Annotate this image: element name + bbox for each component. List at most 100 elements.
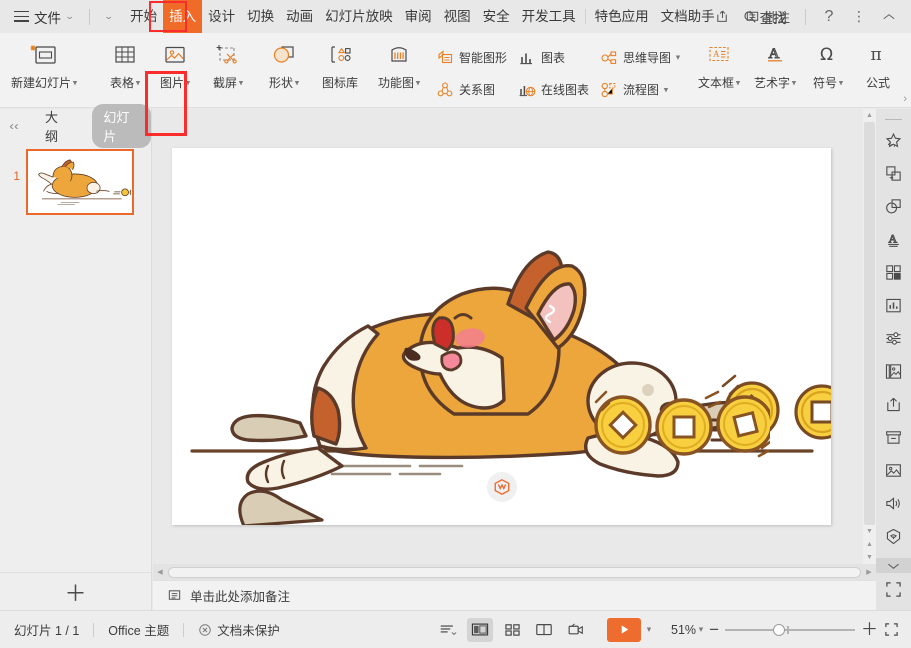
ribbon-group-text: A 文本框 ▾ A (691, 33, 903, 108)
formula-button[interactable]: π 公式 (853, 33, 903, 103)
sidebar-item-chart[interactable] (879, 293, 909, 319)
tab-slides[interactable]: 幻灯片 (92, 104, 151, 148)
zoom-level-button[interactable]: 51% ▾ (671, 623, 703, 637)
text-box-button[interactable]: A 文本框 ▾ (691, 33, 747, 103)
chart-button[interactable]: 图表 (512, 45, 594, 71)
comment-icon (745, 9, 760, 24)
file-menu-button[interactable]: 文件 ⌄ (0, 0, 82, 33)
view-notes-layout-button[interactable] (435, 618, 461, 642)
zoom-out-button[interactable]: − (709, 621, 719, 638)
slider-knob[interactable] (773, 624, 785, 636)
next-slide-button[interactable]: ▼ (863, 551, 876, 564)
online-chart-button[interactable]: 在线图表 (512, 77, 594, 103)
quick-access-toolbar-button[interactable]: ⌄ (97, 11, 121, 22)
archive-box-icon (884, 428, 903, 447)
function-chart-button[interactable]: 功能图 ▾ (368, 33, 430, 103)
title-bar-right-tools: 批注 ? ⋮ (709, 0, 911, 33)
fit-to-window-button[interactable] (884, 622, 899, 637)
tab-设计[interactable]: 设计 (202, 0, 241, 33)
sidebar-more-button[interactable] (876, 558, 911, 573)
sidebar-item-security[interactable] (879, 523, 909, 549)
symbol-button[interactable]: Ω 符号 ▾ (803, 33, 853, 103)
screenshot-button[interactable]: 截屏 ▾ (200, 33, 256, 103)
tab-安全[interactable]: 安全 (477, 0, 516, 33)
view-presenter-button[interactable] (563, 618, 589, 642)
sidebar-item-word-art[interactable]: A (879, 227, 909, 253)
ribbon-overflow-button[interactable]: › (903, 93, 907, 105)
start-slideshow-button[interactable] (607, 618, 641, 642)
word-art-button[interactable]: A 艺术字 ▾ (747, 33, 803, 103)
tab-插入[interactable]: 插入 (163, 0, 202, 33)
sidebar-item-export[interactable] (879, 391, 909, 417)
picture-button[interactable]: 图片 ▾ (150, 33, 200, 103)
tab-幻灯片放映[interactable]: 幻灯片放映 (319, 0, 399, 33)
sliders-icon (884, 329, 903, 348)
tab-特色应用[interactable]: 特色应用 (589, 0, 655, 33)
sidebar-item-properties[interactable] (879, 326, 909, 352)
table-button[interactable]: 表格 ▾ (100, 33, 150, 103)
icon-library-button[interactable]: 图标库 (312, 33, 368, 103)
sidebar-item-beautify[interactable] (879, 128, 909, 154)
zoom-slider[interactable] (725, 622, 855, 638)
scroll-right-button[interactable]: ▶ (862, 568, 876, 576)
svg-text:Ω: Ω (820, 45, 833, 65)
sidebar-item-elements[interactable] (879, 260, 909, 286)
comment-button[interactable]: 批注 (739, 4, 796, 30)
view-normal-button[interactable] (467, 618, 493, 642)
view-slide-sorter-button[interactable] (499, 618, 525, 642)
vertical-scrollbar[interactable]: ▲ ▼ ▲ ▼ (863, 109, 876, 564)
sidebar-item-shapes[interactable] (879, 194, 909, 220)
collapse-ribbon-button[interactable] (875, 4, 903, 30)
plus-icon: ＋ (64, 576, 86, 608)
zoom-in-button[interactable]: ＋ (861, 621, 878, 638)
add-slide-button[interactable]: ＋ (0, 572, 151, 610)
scrollbar-thumb[interactable] (864, 122, 875, 525)
tab-切换[interactable]: 切换 (241, 0, 280, 33)
table-label: 表格 (110, 74, 134, 91)
tab-outline[interactable]: 大纲 (34, 104, 80, 148)
smart-graphic-label: 智能图形 (459, 49, 507, 66)
horizontal-scrollbar-thumb[interactable] (168, 567, 861, 578)
horizontal-scrollbar[interactable]: ◀ ▶ (153, 564, 876, 580)
mind-map-button[interactable]: 思维导图 ▾ (594, 45, 685, 71)
theme-name[interactable]: Office 主题 (94, 620, 183, 639)
chevron-down-icon: ⌄ (103, 11, 113, 22)
wps-badge[interactable] (487, 472, 517, 502)
slide-canvas[interactable] (172, 148, 831, 525)
tab-视图[interactable]: 视图 (438, 0, 477, 33)
tab-审阅[interactable]: 审阅 (399, 0, 438, 33)
tab-开发工具[interactable]: 开发工具 (516, 0, 582, 33)
thumbnail-list-item[interactable]: 1 (0, 143, 151, 215)
document-protection-status[interactable]: 文档未保护 (184, 620, 294, 639)
scroll-down-button[interactable]: ▼ (863, 525, 876, 538)
tab-动画[interactable]: 动画 (280, 0, 319, 33)
sidebar-fit-button[interactable] (879, 577, 909, 603)
sidebar-item-gallery[interactable] (879, 359, 909, 385)
slide-thumbnail[interactable] (26, 149, 134, 215)
view-reading-button[interactable] (531, 618, 557, 642)
sidebar-item-picture[interactable] (879, 457, 909, 483)
shape-button[interactable]: 形状 ▾ (256, 33, 312, 103)
status-bar-left: 幻灯片 1 / 1 Office 主题 文档未保护 (0, 620, 294, 639)
double-chevron-left-icon[interactable]: ‹‹ (4, 119, 23, 133)
chevron-down-icon: ▾ (676, 53, 680, 63)
tab-开始[interactable]: 开始 (124, 0, 163, 33)
scroll-left-button[interactable]: ◀ (153, 568, 167, 576)
more-options-button[interactable]: ⋮ (845, 4, 873, 30)
smart-graphic-button[interactable]: 智能图形 (430, 45, 512, 71)
flow-chart-button[interactable]: 流程图 ▾ (594, 77, 685, 103)
relation-chart-button[interactable]: 关系图 (430, 77, 512, 103)
scroll-up-button[interactable]: ▲ (863, 109, 876, 122)
formula-label: 公式 (866, 74, 890, 91)
chevron-down-icon: ▾ (295, 78, 299, 88)
slideshow-options-chevron-icon[interactable]: ▾ (647, 625, 651, 635)
new-slide-button[interactable]: 新建幻灯片 ▾ (0, 33, 88, 103)
sidebar-item-resources[interactable] (879, 424, 909, 450)
wps-logo-icon (493, 478, 511, 496)
share-button[interactable] (709, 4, 737, 30)
sidebar-item-audio[interactable] (879, 490, 909, 516)
help-button[interactable]: ? (815, 4, 843, 30)
notes-pane[interactable]: 单击此处添加备注 (153, 580, 876, 610)
previous-slide-button[interactable]: ▲ (863, 538, 876, 551)
sidebar-item-shape-replace[interactable] (879, 161, 909, 187)
